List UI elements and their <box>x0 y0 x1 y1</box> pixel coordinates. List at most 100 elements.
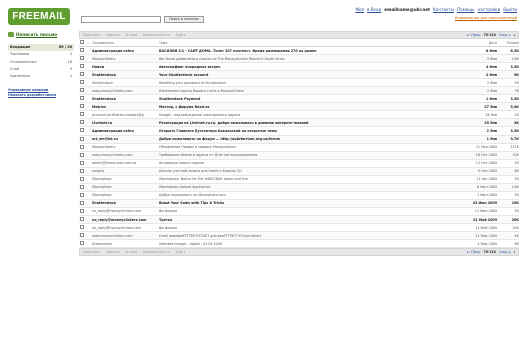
row-checkbox[interactable] <box>79 192 85 198</box>
message-subject[interactable]: Автосерфинг очередных встреч <box>157 65 447 69</box>
message-from[interactable]: www.moneyclickers.com <box>91 89 157 93</box>
row-checkbox[interactable] <box>79 56 85 61</box>
message-subject[interactable]: Вы можем <box>157 226 447 230</box>
row-checkbox[interactable] <box>79 152 85 158</box>
message-from[interactable]: iStockphoto <box>91 193 157 197</box>
message-from[interactable]: iStockphoto <box>91 185 157 189</box>
message-from[interactable]: Наили <box>91 65 157 69</box>
message-subject[interactable]: Требование Имени и адреса от @ukr.net пр… <box>157 153 447 157</box>
top-link-1[interactable]: в Вход <box>367 7 381 12</box>
row-checkbox[interactable] <box>79 217 85 222</box>
row-checkbox[interactable] <box>79 128 85 133</box>
message-row[interactable]: Shutterstock Shutterstock Payment 1 Фев 3,3… <box>79 95 519 104</box>
top-link-logout[interactable]: Выйти <box>503 7 517 12</box>
toolbar-delete-button[interactable]: Удалить <box>106 33 120 37</box>
message-row[interactable]: www.moneyclickers.com Требование Имени и … <box>79 151 519 160</box>
row-checkbox[interactable] <box>79 241 85 246</box>
row-checkbox[interactable] <box>79 96 85 101</box>
message-from[interactable]: Shutterstock <box>91 201 157 205</box>
row-checkbox[interactable] <box>79 80 85 85</box>
toolbar-more-dropdown[interactable]: Ещё ▾ <box>176 250 185 254</box>
message-subject[interactable]: Email верифиКТТТМ? КСТ4ЕТ для рея?ТТРК??… <box>157 234 447 238</box>
message-subject[interactable]: Shutterstock Payment <box>157 97 447 101</box>
message-from[interactable]: Moneyclickers <box>91 145 157 149</box>
message-subject[interactable]: Активация нового пароля <box>157 161 447 165</box>
message-from[interactable]: Администрация сайта <box>91 129 157 133</box>
message-subject[interactable]: Мастер, с форума Read.us <box>157 105 447 109</box>
folder-inbox[interactable]: Входящие 69 / 26 <box>8 44 74 52</box>
message-subject[interactable]: iStockphoto: Notice for File #8007809: A… <box>157 177 447 181</box>
row-checkbox[interactable] <box>79 64 85 69</box>
message-from[interactable]: Liveinet.ru <box>91 121 157 125</box>
message-row[interactable]: Администрация сайта ВАСИЛИЯ 2/1 - САЙТ ДО… <box>79 47 519 56</box>
compose-button[interactable]: Написать письмо <box>8 32 74 37</box>
pager-prev[interactable]: ◂ ‹ Пред. <box>467 250 481 254</box>
row-checkbox[interactable] <box>79 88 85 93</box>
message-subject[interactable]: ВАСИЛИЯ 2/1 - САЙТ ДОМА. Тонкт 207 конте… <box>157 49 447 53</box>
row-checkbox[interactable] <box>79 168 85 174</box>
row-checkbox[interactable] <box>79 120 85 125</box>
message-subject[interactable]: Google - подтверждение электронного адре… <box>157 113 447 117</box>
message-from[interactable]: www.moneyclickers.com <box>91 234 157 238</box>
message-row[interactable]: noreply Детали учетной записи для Game и … <box>79 167 519 176</box>
message-row[interactable]: iStockphoto Добро пожаловать на iStockpho… <box>79 192 519 200</box>
message-from[interactable]: Dreamstime <box>91 242 157 246</box>
message-row[interactable]: Администрация сайта Открыть Главного Бухг… <box>79 127 519 136</box>
row-checkbox[interactable] <box>79 233 85 238</box>
message-row[interactable]: art_em@bk.ru Добро пожаловать на форум — … <box>79 135 519 144</box>
toolbar-spam-button[interactable]: В спам <box>126 250 137 254</box>
pager-last[interactable]: ◂ <box>513 250 515 254</box>
message-subject[interactable]: Вас были добавлены в список на The Money… <box>157 57 447 61</box>
toolbar-forward-button[interactable]: Переслать <box>83 250 100 254</box>
message-from[interactable]: Shutterstock <box>91 97 157 101</box>
message-from[interactable]: art_em@bk.ru <box>91 137 157 141</box>
folder-sent[interactable]: Отправленные 18 <box>8 59 74 66</box>
message-row[interactable]: no_reply@moneyclickers.com Третья 21 Май 2… <box>79 215 519 225</box>
pager-prev[interactable]: ◂ ‹ Пред. <box>467 33 481 37</box>
message-row[interactable]: www.moneyclickers.com Email верифиКТТТМ? … <box>79 232 519 241</box>
toolbar-move-dropdown[interactable]: Переместить в ▾ <box>143 33 170 37</box>
message-subject[interactable]: Resetting your password at Shutterstock <box>157 81 447 85</box>
message-row[interactable]: iStockphoto iStockphoto Upload Applicatio… <box>79 183 519 192</box>
message-subject[interactable]: Третья <box>157 218 447 222</box>
message-subject[interactable]: Selected images - digest - 03.04.2009 <box>157 242 447 246</box>
pager-next[interactable]: След. ▸ <box>499 33 511 37</box>
message-subject[interactable]: Добро пожаловать на iStockphoto.com <box>157 193 447 197</box>
toolbar-move-dropdown[interactable]: Переместить в ▾ <box>143 250 170 254</box>
toolbar-spam-button[interactable]: В спам <box>126 33 137 37</box>
message-subject[interactable]: Изменение пароля Вашего счета в Moneycli… <box>157 89 447 93</box>
message-subject[interactable]: Your Shutterstock account <box>157 73 447 77</box>
toolbar-forward-button[interactable]: Переслать <box>83 33 100 37</box>
message-row[interactable]: Moneyclickers Обновление Правил в сервисе… <box>79 144 519 152</box>
row-checkbox[interactable] <box>79 104 85 109</box>
message-row[interactable]: iStockphoto iStockphoto: Notice for File … <box>79 176 519 184</box>
row-checkbox[interactable] <box>79 48 85 53</box>
message-row[interactable]: Shutterstock Resetting your password at S… <box>79 79 519 88</box>
pager-next[interactable]: След. ▸ <box>499 250 511 254</box>
top-link-0[interactable]: Моя <box>356 7 365 12</box>
message-from[interactable]: Matrixx <box>91 105 157 109</box>
message-from[interactable]: www.moneyclickers.com <box>91 153 157 157</box>
message-from[interactable]: no_reply@moneyclickers.com <box>91 226 157 230</box>
message-from[interactable]: Shutterstock <box>91 73 157 77</box>
message-subject[interactable]: Открыть Главного Бухгалтера Бакальской н… <box>157 129 447 133</box>
message-subject[interactable]: Boost Your Sales with Tips & Tricks <box>157 201 447 205</box>
top-link-contacts[interactable]: Контакты <box>433 7 454 12</box>
message-subject[interactable]: Обновление Правил в сервисе Moneyclicker… <box>157 145 447 149</box>
row-checkbox[interactable] <box>79 72 85 77</box>
message-from[interactable]: noreply <box>91 169 157 173</box>
message-from[interactable]: account-verification-noreply@g <box>91 113 157 117</box>
message-row[interactable]: Dreamstime Selected images - digest - 03.… <box>79 240 519 249</box>
message-row[interactable]: no_reply@moneyclickers.com Вы можем 11 Июн… <box>79 208 519 216</box>
folder-spam[interactable]: Спам 9 <box>8 66 74 73</box>
search-input[interactable] <box>81 16 161 23</box>
message-subject[interactable]: Детали учетной записи для Game и Kasama … <box>157 169 447 173</box>
search-button[interactable]: Поиск в письмах <box>164 16 204 23</box>
row-checkbox[interactable] <box>79 184 85 190</box>
top-link-help[interactable]: Помощь <box>457 7 474 12</box>
row-checkbox[interactable] <box>79 200 85 206</box>
row-checkbox[interactable] <box>79 176 85 182</box>
message-from[interactable]: Администрация сайта <box>91 49 157 53</box>
message-from[interactable]: no_reply@moneyclickers.com <box>91 218 157 222</box>
message-subject[interactable]: Добро пожаловать на форум — http://autot… <box>157 137 447 141</box>
